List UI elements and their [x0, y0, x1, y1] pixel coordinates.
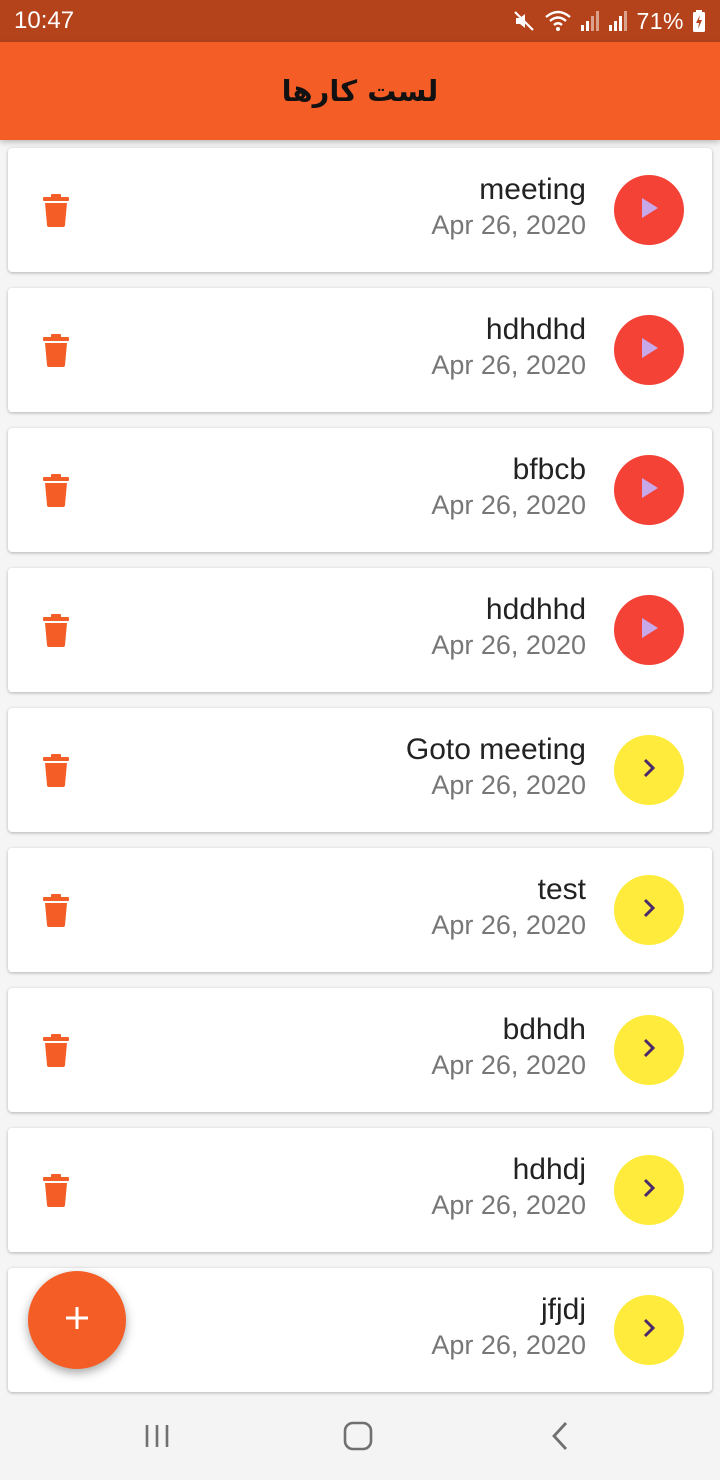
task-list[interactable]: meeting Apr 26, 2020 hdhdhd Apr 26, 2020 bfb… [0, 140, 720, 1396]
play-button[interactable] [614, 315, 684, 385]
wifi-icon [544, 9, 572, 33]
play-button[interactable] [614, 455, 684, 525]
task-text: test Apr 26, 2020 [431, 872, 586, 942]
open-task-button[interactable] [614, 1015, 684, 1085]
trash-icon [42, 1174, 70, 1212]
trash-icon [42, 194, 70, 232]
home-button[interactable] [338, 1418, 378, 1458]
play-icon [637, 335, 661, 366]
task-card[interactable]: Goto meeting Apr 26, 2020 [8, 708, 712, 832]
chevron-right-icon [641, 1036, 657, 1065]
task-title: bdhdh [502, 1013, 586, 1046]
chevron-right-icon [641, 756, 657, 785]
delete-button[interactable] [42, 752, 70, 788]
task-text: jfjdj Apr 26, 2020 [431, 1292, 586, 1362]
trash-icon [42, 474, 70, 512]
mute-icon [512, 9, 536, 33]
status-icons: 71% [512, 8, 706, 35]
task-card[interactable]: bdhdh Apr 26, 2020 [8, 988, 712, 1112]
trash-icon [42, 754, 70, 792]
task-text: meeting Apr 26, 2020 [431, 172, 586, 242]
page-title: لست کارها [281, 74, 439, 108]
delete-button[interactable] [42, 1032, 70, 1068]
task-card[interactable]: meeting Apr 26, 2020 [8, 148, 712, 272]
task-title: hdhdj [512, 1153, 586, 1186]
plus-icon [64, 1305, 90, 1336]
play-icon [637, 475, 661, 506]
task-card[interactable]: hddhhd Apr 26, 2020 [8, 568, 712, 692]
task-text: bfbcb Apr 26, 2020 [431, 452, 586, 522]
task-card[interactable]: bfbcb Apr 26, 2020 [8, 428, 712, 552]
task-date: Apr 26, 2020 [431, 350, 586, 380]
play-icon [637, 615, 661, 646]
task-title: hddhhd [485, 593, 586, 626]
battery-percent: 71% [636, 7, 684, 34]
back-button[interactable] [540, 1418, 580, 1458]
task-title: jfjdj [540, 1293, 586, 1326]
app-bar: لست کارها [0, 42, 720, 140]
status-time: 10:47 [14, 7, 75, 34]
recent-apps-icon [142, 1422, 172, 1455]
play-button[interactable] [614, 595, 684, 665]
delete-button[interactable] [42, 1172, 70, 1208]
delete-button[interactable] [42, 192, 70, 228]
add-task-button[interactable] [28, 1271, 126, 1369]
open-task-button[interactable] [614, 735, 684, 805]
delete-button[interactable] [42, 892, 70, 928]
task-date: Apr 26, 2020 [431, 1050, 586, 1080]
home-icon [342, 1420, 374, 1457]
battery-charging-icon [692, 9, 706, 33]
task-date: Apr 26, 2020 [431, 1330, 586, 1360]
signal-icon [608, 9, 628, 33]
chevron-right-icon [641, 896, 657, 925]
task-text: hddhhd Apr 26, 2020 [431, 592, 586, 662]
task-title: hdhdhd [485, 313, 586, 346]
delete-button[interactable] [42, 332, 70, 368]
task-card[interactable]: test Apr 26, 2020 [8, 848, 712, 972]
back-icon [548, 1420, 572, 1457]
task-date: Apr 26, 2020 [431, 490, 586, 520]
delete-button[interactable] [42, 472, 70, 508]
task-date: Apr 26, 2020 [431, 770, 586, 800]
chevron-right-icon [641, 1176, 657, 1205]
task-text: Goto meeting Apr 26, 2020 [406, 732, 586, 802]
play-button[interactable] [614, 175, 684, 245]
task-title: meeting [479, 173, 586, 206]
task-title: Goto meeting [405, 733, 586, 766]
task-title: test [537, 873, 586, 906]
play-icon [637, 195, 661, 226]
delete-button[interactable] [42, 612, 70, 648]
chevron-right-icon [641, 1316, 657, 1345]
status-bar: 10:47 71% [0, 0, 720, 42]
task-card[interactable]: hdhdhd Apr 26, 2020 [8, 288, 712, 412]
open-task-button[interactable] [614, 875, 684, 945]
recent-apps-button[interactable] [137, 1418, 177, 1458]
trash-icon [42, 1034, 70, 1072]
system-nav-bar [0, 1396, 720, 1480]
task-text: bdhdh Apr 26, 2020 [431, 1012, 586, 1082]
task-title: bfbcb [512, 453, 586, 486]
task-card[interactable]: hdhdj Apr 26, 2020 [8, 1128, 712, 1252]
open-task-button[interactable] [614, 1155, 684, 1225]
task-text: hdhdj Apr 26, 2020 [431, 1152, 586, 1222]
task-text: hdhdhd Apr 26, 2020 [431, 312, 586, 382]
task-date: Apr 26, 2020 [431, 630, 586, 660]
signal-icon [580, 9, 600, 33]
open-task-button[interactable] [614, 1295, 684, 1365]
trash-icon [42, 614, 70, 652]
trash-icon [42, 334, 70, 372]
task-date: Apr 26, 2020 [431, 910, 586, 940]
task-date: Apr 26, 2020 [431, 1190, 586, 1220]
task-date: Apr 26, 2020 [431, 210, 586, 240]
trash-icon [42, 894, 70, 932]
